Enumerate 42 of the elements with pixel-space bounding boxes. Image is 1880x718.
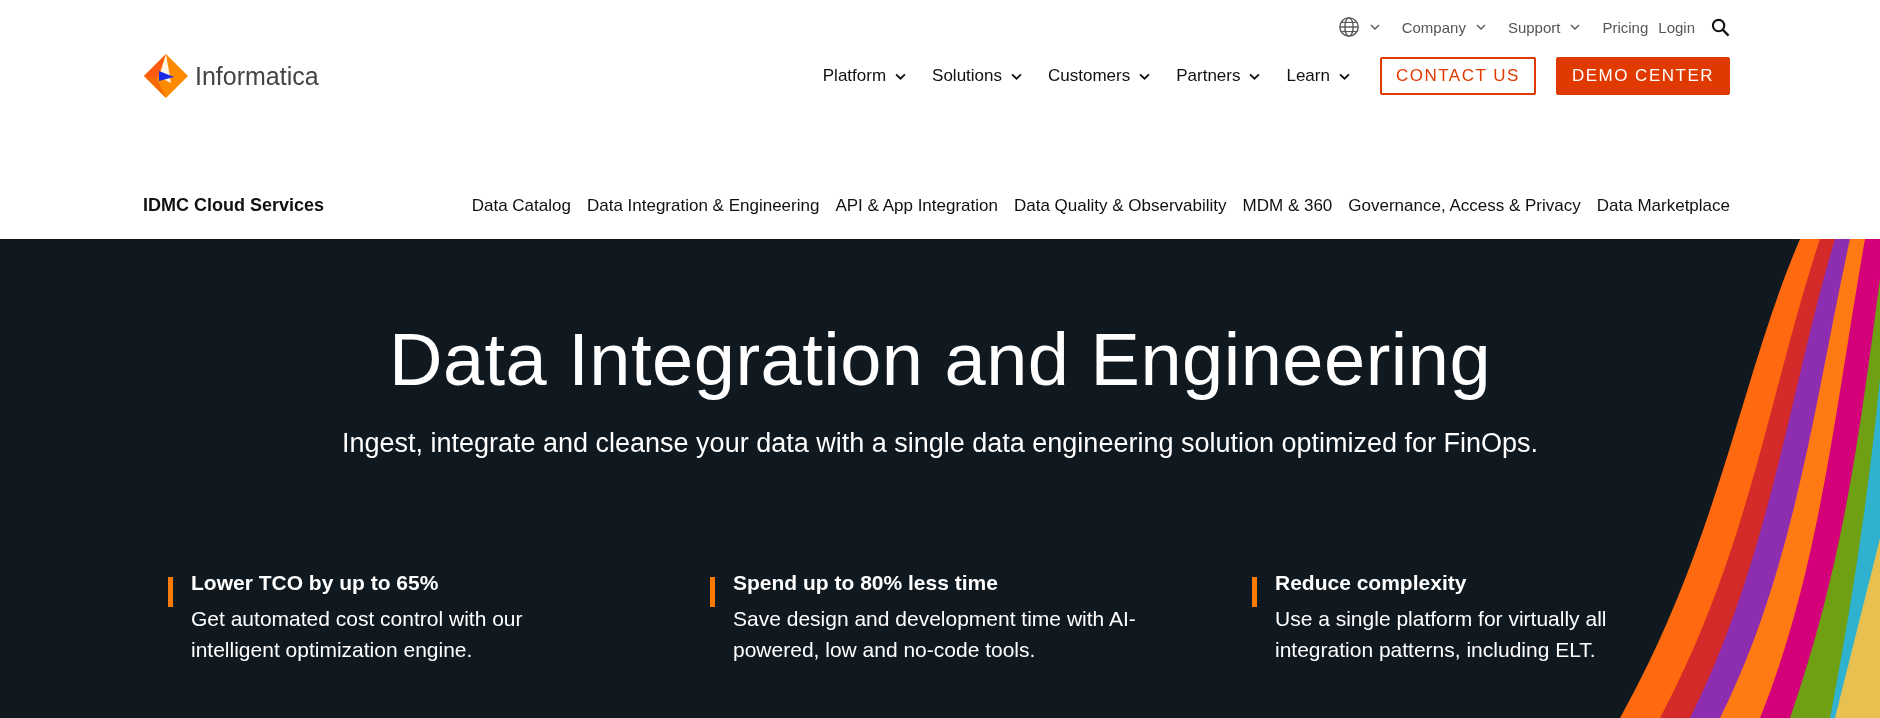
chevron-down-icon[interactable]	[1570, 24, 1581, 30]
logo-icon[interactable]	[143, 53, 189, 99]
accent-bar	[1252, 577, 1257, 607]
feature-text: Save design and development time with AI-powered, low and no-code tools.	[733, 606, 1137, 663]
section-title: IDMC Cloud Services	[143, 195, 325, 216]
chevron-down-icon[interactable]	[1011, 72, 1022, 80]
utility-link[interactable]: Login	[1658, 18, 1695, 36]
demo-center-button[interactable]: DEMO CENTER	[1555, 57, 1730, 95]
utility-link[interactable]: Pricing	[1602, 18, 1649, 36]
search-icon[interactable]	[1711, 17, 1730, 37]
globe-icon[interactable]	[1337, 16, 1360, 38]
hero-title: Data Integration and Engineering	[387, 317, 1493, 402]
chevron-down-icon[interactable]	[1139, 72, 1151, 80]
subnav-link[interactable]: MDM & 360	[1242, 195, 1333, 216]
contact-us-button[interactable]: CONTACT US	[1379, 57, 1536, 95]
feature-heading: Lower TCO by up to 65%	[191, 571, 440, 595]
chevron-down-icon[interactable]	[1369, 24, 1380, 30]
feature-text: Get automated cost control with our intelligent optimization engine.	[191, 606, 524, 663]
utility-link[interactable]: Company	[1401, 18, 1466, 36]
hero-subtitle: Ingest, integrate and cleanse your data with a single data engineering solution optimized for FinOps.	[340, 428, 1540, 459]
brand-name[interactable]: Informatica	[195, 61, 319, 91]
chevron-down-icon[interactable]	[895, 72, 907, 80]
accent-bar	[168, 577, 173, 607]
feature-text: Use a single platform for virtually all integration patterns, including ELT.	[1275, 606, 1608, 663]
nav-menu-item[interactable]: Solutions	[932, 66, 1022, 86]
accent-bar	[710, 577, 715, 607]
chevron-down-icon[interactable]	[1338, 72, 1350, 80]
subnav-link[interactable]: Data Quality & Observability	[1014, 195, 1227, 216]
feature-heading: Spend up to 80% less time	[733, 571, 999, 595]
nav-menu-item[interactable]: Customers	[1048, 66, 1151, 86]
feature-heading: Reduce complexity	[1275, 571, 1468, 595]
subnav-link[interactable]: Data Integration & Engineering	[586, 195, 820, 216]
nav-menu-item[interactable]: Learn	[1286, 66, 1350, 86]
chevron-down-icon[interactable]	[1475, 24, 1486, 30]
utility-link[interactable]: Support	[1507, 18, 1561, 36]
nav-menu-item[interactable]: Partners	[1176, 66, 1261, 86]
subnav-link[interactable]: Governance, Access & Privacy	[1348, 195, 1581, 216]
subnav-link[interactable]: Data Catalog	[471, 195, 571, 216]
subnav-link[interactable]: API & App Integration	[835, 195, 998, 216]
nav-menu-item[interactable]: Platform	[822, 66, 907, 86]
chevron-down-icon[interactable]	[1249, 72, 1261, 80]
subnav-link[interactable]: Data Marketplace	[1596, 195, 1730, 216]
